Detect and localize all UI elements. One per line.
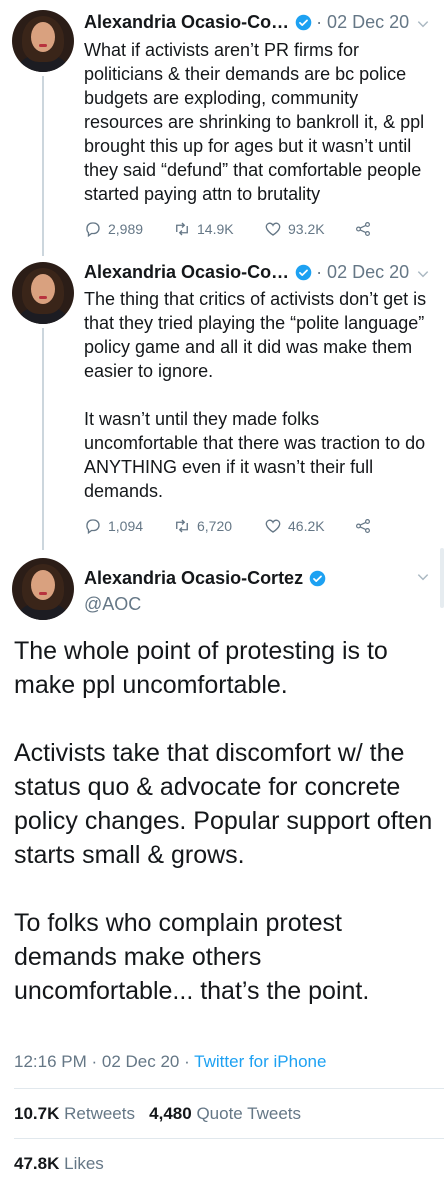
share-icon [356,519,370,533]
reply-button[interactable]: 2,989 [84,220,143,238]
like-button[interactable]: 46.2K [264,517,325,535]
retweet-button[interactable]: 6,720 [173,517,232,535]
author-header: Alexandria Ocasio-Cortez [84,568,326,589]
retweet-icon [176,222,188,236]
tweet-header: Alexandria Ocasio-Co… · 02 Dec 20 [84,12,409,33]
reply-button[interactable]: 1,094 [84,517,143,535]
like-count: 93.2K [288,221,325,237]
likes-stats: 47.8K Likes [14,1154,104,1174]
verified-icon [295,14,312,31]
like-count: 46.2K [288,518,325,534]
retweets-count: 10.7K [14,1104,60,1123]
reply-icon [86,222,100,238]
tweet-time: 12:16 PM · 02 Dec 20 · [14,1052,195,1071]
retweet-count: 6,720 [197,518,233,534]
retweets-link[interactable]: 10.7K Retweets [14,1104,135,1123]
scrollbar[interactable] [440,548,444,608]
tweet-text: What if activists aren’t PR firms for po… [84,40,430,204]
author-name[interactable]: Alexandria Ocasio-Co… [84,262,289,283]
tweet-date[interactable]: · 02 Dec 20 [316,12,409,33]
author-name[interactable]: Alexandria Ocasio-Co… [84,12,289,33]
reply-count: 1,094 [108,518,144,534]
avatar[interactable] [12,262,74,324]
likes-count: 47.8K [14,1154,60,1173]
share-button[interactable] [354,220,378,238]
author-handle[interactable]: @AOC [84,594,141,615]
chevron-down-icon[interactable] [416,267,430,281]
like-button[interactable]: 93.2K [264,220,325,238]
verified-icon [309,570,326,587]
divider [14,1138,444,1139]
chevron-down-icon[interactable] [416,17,430,31]
tweet-text: The thing that critics of activists don’… [84,289,427,501]
author-name[interactable]: Alexandria Ocasio-Cortez [84,568,303,589]
share-icon [356,222,370,236]
thread-line [42,76,44,256]
share-button[interactable] [354,517,378,535]
divider [14,1088,444,1089]
retweet-stats: 10.7K Retweets 4,480 Quote Tweets [14,1104,301,1124]
retweet-icon [176,519,188,533]
likes-link[interactable]: 47.8K Likes [14,1154,104,1173]
quote-tweets-link[interactable]: 4,480 Quote Tweets [149,1104,301,1123]
tweet-header: Alexandria Ocasio-Co… · 02 Dec 20 [84,262,409,283]
likes-label: Likes [64,1154,104,1173]
tweet-source-link[interactable]: Twitter for iPhone [194,1052,326,1071]
avatar[interactable] [12,10,74,72]
reply-count: 2,989 [108,221,144,237]
verified-icon [295,264,312,281]
retweets-label: Retweets [64,1104,135,1123]
tweet-actions: 1,094 6,720 46.2K [84,517,384,537]
chevron-down-icon[interactable] [416,570,430,584]
like-icon [265,519,281,533]
thread-line [42,328,44,550]
like-icon [265,222,281,236]
tweet-date[interactable]: · 02 Dec 20 [316,262,409,283]
reply-icon [86,519,100,535]
avatar[interactable] [12,558,74,620]
quote-tweets-label: Quote Tweets [196,1104,302,1123]
tweet-actions: 2,989 14.9K 93.2K [84,220,384,240]
quote-tweets-count: 4,480 [149,1104,192,1123]
retweet-button[interactable]: 14.9K [173,220,234,238]
tweet-text: The whole point of protesting is to make… [14,637,433,1005]
retweet-count: 14.9K [197,221,234,237]
tweet-timestamp: 12:16 PM · 02 Dec 20 · Twitter for iPhon… [14,1052,326,1072]
